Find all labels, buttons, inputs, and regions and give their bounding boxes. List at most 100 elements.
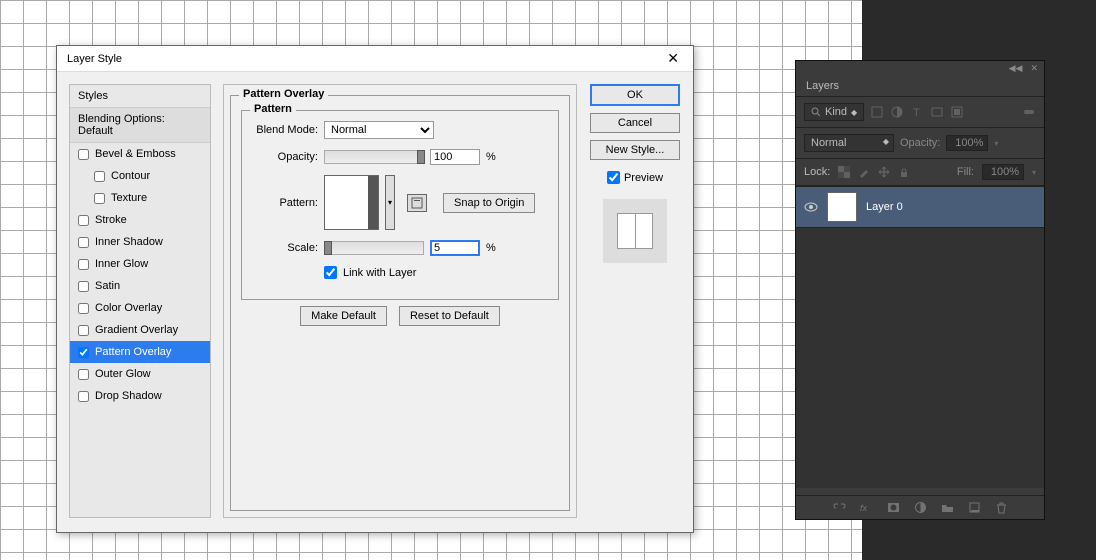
style-item-label: Pattern Overlay	[95, 346, 171, 358]
lock-transparency-icon[interactable]	[838, 166, 850, 178]
preview-checkbox[interactable]	[607, 171, 620, 184]
filter-type-icon[interactable]: T	[910, 105, 924, 119]
make-default-button[interactable]: Make Default	[300, 306, 387, 326]
fx-icon[interactable]: fx	[860, 501, 873, 514]
opacity-slider[interactable]	[324, 150, 424, 164]
preview-label: Preview	[624, 172, 663, 184]
pattern-overlay-label: Pattern Overlay	[239, 88, 328, 100]
adjustment-icon[interactable]	[914, 501, 927, 514]
scale-slider[interactable]	[324, 241, 424, 255]
new-pattern-icon[interactable]	[407, 194, 427, 212]
lock-move-icon[interactable]	[878, 166, 890, 178]
layer-blend-select[interactable]: Normal◆	[804, 134, 894, 152]
style-item-label: Texture	[111, 192, 147, 204]
style-checkbox[interactable]	[78, 347, 89, 358]
filter-pixel-icon[interactable]	[870, 105, 884, 119]
opacity-label: Opacity:	[250, 151, 318, 163]
style-item-stroke[interactable]: Stroke	[70, 209, 210, 231]
style-item-label: Color Overlay	[95, 302, 162, 314]
style-checkbox[interactable]	[78, 149, 89, 160]
style-checkbox[interactable]	[78, 303, 89, 314]
style-item-label: Inner Shadow	[95, 236, 163, 248]
search-icon	[811, 107, 821, 117]
style-item-label: Gradient Overlay	[95, 324, 178, 336]
svg-text:T: T	[913, 107, 920, 119]
layers-tab[interactable]: Layers	[796, 76, 1044, 97]
preview-thumbnail	[603, 199, 667, 263]
pattern-label: Pattern:	[250, 197, 318, 209]
layer-opacity-label: Opacity:	[900, 137, 940, 149]
style-checkbox[interactable]	[78, 237, 89, 248]
mask-icon[interactable]	[887, 501, 900, 514]
filter-adjust-icon[interactable]	[890, 105, 904, 119]
panel-collapse-icons[interactable]: ◀◀✕	[796, 61, 1044, 76]
reset-default-button[interactable]: Reset to Default	[399, 306, 500, 326]
dialog-actions: OK Cancel New Style... Preview	[589, 84, 681, 518]
style-checkbox[interactable]	[78, 259, 89, 270]
style-item-gradient-overlay[interactable]: Gradient Overlay	[70, 319, 210, 341]
link-with-layer-checkbox[interactable]	[324, 266, 337, 279]
style-checkbox[interactable]	[78, 281, 89, 292]
filter-shape-icon[interactable]	[930, 105, 944, 119]
scale-input[interactable]	[430, 240, 480, 256]
lock-brush-icon[interactable]	[858, 166, 870, 178]
style-checkbox[interactable]	[78, 369, 89, 380]
blending-options[interactable]: Blending Options: Default	[70, 108, 210, 143]
style-item-drop-shadow[interactable]: Drop Shadow	[70, 385, 210, 407]
dialog-title: Layer Style	[67, 53, 122, 65]
style-item-satin[interactable]: Satin	[70, 275, 210, 297]
layer-name[interactable]: Layer 0	[866, 201, 903, 213]
scale-label: Scale:	[250, 242, 318, 254]
layer-style-dialog: Layer Style ✕ Styles Blending Options: D…	[56, 45, 694, 533]
visibility-icon[interactable]	[804, 200, 818, 214]
style-item-label: Contour	[111, 170, 150, 182]
blend-mode-select[interactable]: Normal	[324, 121, 434, 139]
style-item-pattern-overlay[interactable]: Pattern Overlay	[70, 341, 210, 363]
group-icon[interactable]	[941, 501, 954, 514]
style-item-texture[interactable]: Texture	[70, 187, 210, 209]
filter-smart-icon[interactable]	[950, 105, 964, 119]
style-item-bevel-emboss[interactable]: Bevel & Emboss	[70, 143, 210, 165]
filter-kind-select[interactable]: Kind ◆	[804, 103, 864, 121]
style-item-inner-shadow[interactable]: Inner Shadow	[70, 231, 210, 253]
layers-empty-area	[796, 228, 1044, 488]
dialog-titlebar[interactable]: Layer Style ✕	[57, 46, 693, 72]
style-checkbox[interactable]	[78, 325, 89, 336]
style-item-color-overlay[interactable]: Color Overlay	[70, 297, 210, 319]
delete-icon[interactable]	[995, 501, 1008, 514]
style-item-outer-glow[interactable]: Outer Glow	[70, 363, 210, 385]
style-item-label: Drop Shadow	[95, 390, 162, 402]
pattern-dropdown-icon[interactable]: ▾	[385, 175, 395, 230]
link-with-layer-label: Link with Layer	[343, 267, 416, 279]
style-checkbox[interactable]	[94, 171, 105, 182]
style-checkbox[interactable]	[94, 193, 105, 204]
styles-list: Styles Blending Options: Default Bevel &…	[69, 84, 211, 518]
style-checkbox[interactable]	[78, 391, 89, 402]
cancel-button[interactable]: Cancel	[590, 113, 680, 133]
layer-row[interactable]: Layer 0	[796, 186, 1044, 228]
ok-button[interactable]: OK	[590, 84, 680, 106]
pattern-swatch[interactable]	[324, 175, 379, 230]
pattern-inner-label: Pattern	[250, 103, 296, 115]
lock-all-icon[interactable]	[898, 166, 910, 178]
fill-input[interactable]: 100%	[982, 164, 1024, 180]
layer-thumbnail[interactable]	[828, 193, 856, 221]
style-item-label: Bevel & Emboss	[95, 148, 176, 160]
styles-header[interactable]: Styles	[70, 85, 210, 108]
style-item-inner-glow[interactable]: Inner Glow	[70, 253, 210, 275]
svg-text:fx: fx	[860, 503, 868, 513]
new-style-button[interactable]: New Style...	[590, 140, 680, 160]
close-icon[interactable]: ✕	[663, 50, 683, 67]
layer-opacity-input[interactable]: 100%	[946, 135, 988, 151]
style-checkbox[interactable]	[78, 215, 89, 226]
options-panel: Pattern Overlay Pattern Blend Mode: Norm…	[223, 84, 577, 518]
new-layer-icon[interactable]	[968, 501, 981, 514]
blend-mode-label: Blend Mode:	[250, 124, 318, 136]
opacity-input[interactable]	[430, 149, 480, 165]
style-item-label: Stroke	[95, 214, 127, 226]
style-item-contour[interactable]: Contour	[70, 165, 210, 187]
snap-to-origin-button[interactable]: Snap to Origin	[443, 193, 535, 213]
link-layers-icon[interactable]	[833, 501, 846, 514]
filter-toggle-icon[interactable]	[1022, 105, 1036, 119]
lock-label: Lock:	[804, 166, 830, 178]
